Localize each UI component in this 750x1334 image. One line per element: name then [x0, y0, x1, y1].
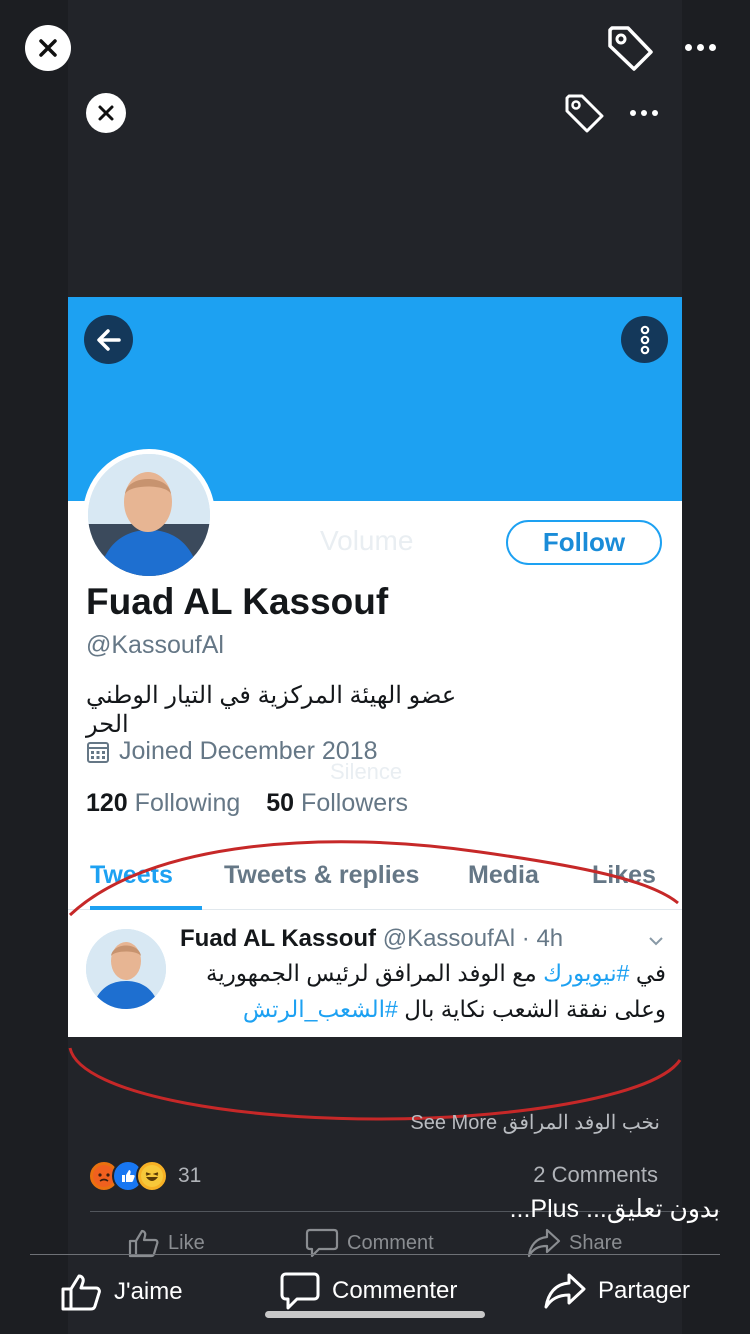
share-button[interactable]: Partager [544, 1272, 690, 1310]
tab-tweets-replies[interactable]: Tweets & replies [224, 861, 419, 890]
tweet-handle: @KassoufAl [382, 925, 516, 952]
profile-bio: عضو الهيئة المركزية في التيار الوطني الح… [86, 682, 457, 738]
comments-count[interactable]: 2 Comments [533, 1162, 658, 1188]
tab-likes[interactable]: Likes [592, 861, 656, 890]
hashtag-link[interactable]: #نيويورك [543, 960, 629, 986]
inner-like-label: Like [168, 1231, 205, 1254]
arrow-left-icon [96, 328, 121, 351]
inner-comment-label: Comment [347, 1231, 434, 1254]
tweet-header: Fuad AL Kassouf @KassoufAl · 4h [180, 925, 563, 953]
reactions-count: 31 [178, 1164, 202, 1187]
tab-media[interactable]: Media [468, 861, 539, 890]
followers-count: 50 [266, 789, 295, 817]
followers-label: Followers [301, 789, 409, 817]
person-photo-icon [86, 929, 166, 1009]
profile-avatar[interactable] [83, 449, 215, 581]
comment-button[interactable]: Commenter [280, 1272, 457, 1310]
share-label: Partager [598, 1277, 691, 1304]
like-label: J'aime [114, 1278, 183, 1305]
profile-joined: Joined December 2018 [86, 737, 378, 766]
comment-label: Commenter [332, 1277, 458, 1304]
twitter-profile-screenshot: Volume Silence Follow Fuad AL Kassouf @K… [68, 297, 682, 1037]
outer-tag-button[interactable] [604, 22, 656, 79]
tweet-avatar[interactable] [86, 929, 166, 1009]
tag-icon [565, 94, 604, 133]
profile-handle: @KassoufAl [86, 631, 224, 659]
person-photo-icon [88, 454, 210, 576]
comment-icon [280, 1272, 320, 1310]
video-overlay-volume: Volume [320, 525, 414, 556]
calendar-icon [87, 741, 109, 763]
post-caption[interactable]: نخب الوفد المرافق See More [384, 1110, 660, 1135]
share-icon [544, 1273, 586, 1309]
thumbs-up-icon [61, 1274, 101, 1311]
close-icon [98, 105, 114, 121]
inner-close-button[interactable] [86, 93, 126, 133]
like-button[interactable]: J'aime [60, 1272, 183, 1312]
tweet-text-part: في [629, 960, 666, 986]
haha-reaction-icon [136, 1160, 168, 1192]
following-stat[interactable]: 120 Following [86, 789, 240, 818]
more-vertical-icon [640, 325, 649, 354]
profile-name: Fuad AL Kassouf [86, 581, 389, 622]
tweet-text-part: وعلى نفقة الشعب نكاية بال [397, 996, 666, 1022]
home-indicator[interactable] [265, 1311, 485, 1318]
profile-tabs: Tweets Tweets & replies Media Likes [68, 857, 682, 910]
tweet-text-part: مع الوفد المرافق لرئيس الجمهورية [206, 960, 544, 986]
tweet-menu-button[interactable] [648, 933, 664, 951]
inner-share-label: Share [569, 1231, 623, 1254]
tweet-line-2: وعلى نفقة الشعب نكاية بال #الشعب_الرتش [188, 991, 666, 1027]
inner-more-button[interactable] [630, 110, 658, 116]
reactions-summary[interactable]: 31 [88, 1160, 201, 1192]
profile-more-button[interactable] [621, 316, 668, 363]
hashtag-link[interactable]: #الشعب_الرتش [243, 996, 398, 1022]
back-button[interactable] [84, 315, 133, 364]
following-count: 120 [86, 789, 128, 817]
follow-button[interactable]: Follow [506, 520, 662, 565]
inner-tag-button[interactable] [562, 91, 606, 140]
tab-tweets[interactable]: Tweets [90, 861, 173, 890]
tag-icon [608, 26, 653, 71]
joined-date: Joined December 2018 [119, 737, 378, 765]
tweet-author: Fuad AL Kassouf [180, 925, 377, 952]
outer-more-button[interactable] [685, 44, 716, 51]
close-icon [39, 39, 57, 57]
tweet-text: في #نيويورك مع الوفد المرافق لرئيس الجمه… [188, 955, 666, 1027]
outer-close-button[interactable] [25, 25, 71, 71]
tweet-line-1: في #نيويورك مع الوفد المرافق لرئيس الجمه… [188, 955, 666, 991]
chevron-down-icon [649, 937, 663, 946]
active-tab-indicator [90, 906, 202, 910]
description-text[interactable]: بدون تعليق... Plus... [510, 1194, 720, 1224]
followers-stat[interactable]: 50 Followers [266, 789, 408, 818]
profile-stats: 120 Following 50 Followers [86, 789, 408, 818]
tweet-time: · 4h [521, 925, 564, 952]
following-label: Following [134, 789, 241, 817]
outer-divider [30, 1254, 720, 1255]
